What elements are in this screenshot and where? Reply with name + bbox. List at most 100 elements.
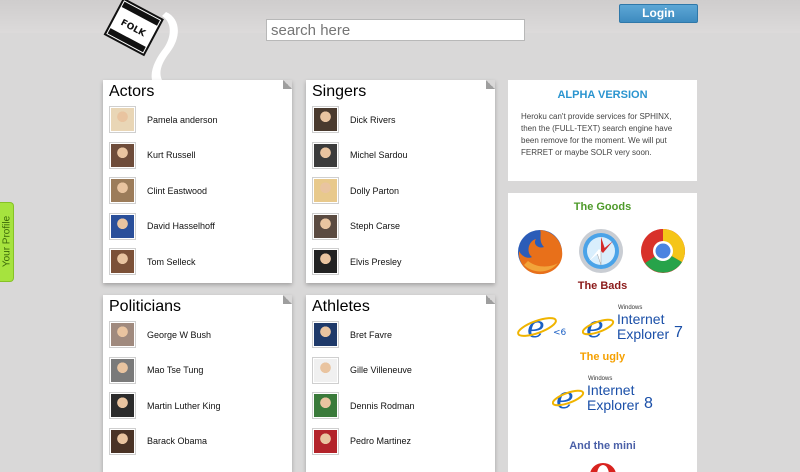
avatar[interactable] — [312, 392, 339, 420]
list-item[interactable]: Pedro Martinez — [312, 424, 495, 460]
page-fold-corner — [486, 80, 495, 89]
avatar[interactable] — [109, 248, 136, 276]
browsers-panel: The Goods The Bads e <6 e Windows Intern… — [508, 193, 697, 472]
ie6-version-label: <6 — [553, 328, 567, 338]
list-item[interactable]: Elvis Presley — [312, 244, 495, 280]
avatar[interactable] — [312, 212, 339, 240]
list-item[interactable]: Kurt Russell — [109, 138, 292, 174]
avatar[interactable] — [312, 141, 339, 169]
person-name[interactable]: David Hasselhoff — [147, 221, 215, 231]
panel-title: Singers — [312, 83, 367, 100]
person-name[interactable]: Pedro Martinez — [350, 436, 411, 446]
avatar[interactable] — [109, 106, 136, 134]
person-name[interactable]: Steph Carse — [350, 221, 400, 231]
list-item[interactable]: George W Bush — [109, 317, 292, 353]
svg-text:e: e — [527, 310, 545, 345]
list-item[interactable]: Steph Carse — [312, 209, 495, 245]
ugly-heading: The ugly — [579, 351, 626, 363]
your-profile-label: Your Profile — [1, 215, 13, 268]
person-name[interactable]: Tom Selleck — [147, 257, 196, 267]
singers-panel: Singers Dick Rivers Michel Sardou Dolly … — [306, 80, 495, 283]
avatar[interactable] — [312, 248, 339, 276]
login-button[interactable]: Login — [619, 4, 698, 23]
person-name[interactable]: Dolly Parton — [350, 186, 399, 196]
person-name[interactable]: Martin Luther King — [147, 401, 221, 411]
athletes-panel: Athletes Bret Favre Gille Villeneuve Den… — [306, 295, 495, 472]
list-item[interactable]: Dolly Parton — [312, 173, 495, 209]
avatar[interactable] — [109, 212, 136, 240]
page-fold-corner — [486, 295, 495, 304]
avatar[interactable] — [312, 177, 339, 205]
page-fold-corner — [283, 295, 292, 304]
list-item[interactable]: Mao Tse Tung — [109, 353, 292, 389]
opera-mini-icon[interactable] — [588, 463, 618, 472]
avatar[interactable] — [312, 106, 339, 134]
list-item[interactable]: Gille Villeneuve — [312, 353, 495, 389]
ie7-logo[interactable]: e Windows Internet Explorer 7 — [582, 305, 692, 345]
avatar[interactable] — [312, 427, 339, 455]
person-name[interactable]: Bret Favre — [350, 330, 392, 340]
list-item[interactable]: Dick Rivers — [312, 102, 495, 138]
ie8-explorer-label: Explorer — [587, 397, 640, 413]
panel-title: Politicians — [109, 298, 182, 315]
person-name[interactable]: Kurt Russell — [147, 150, 196, 160]
person-name[interactable]: Clint Eastwood — [147, 186, 207, 196]
ie8-logo[interactable]: e Windows Internet Explorer 8 — [552, 376, 662, 416]
alpha-notice-panel: ALPHA VERSION Heroku can't provide servi… — [508, 80, 697, 181]
list-item[interactable]: Dennis Rodman — [312, 388, 495, 424]
person-name[interactable]: Michel Sardou — [350, 150, 408, 160]
bads-heading: The Bads — [577, 280, 628, 292]
panel-title: Athletes — [312, 298, 370, 315]
people-list: Bret Favre Gille Villeneuve Dennis Rodma… — [306, 317, 495, 459]
ie7-version: 7 — [674, 324, 683, 341]
list-item[interactable]: Tom Selleck — [109, 244, 292, 280]
ie6-icon[interactable]: e <6 — [515, 305, 567, 345]
list-item[interactable]: Michel Sardou — [312, 138, 495, 174]
list-item[interactable]: Clint Eastwood — [109, 173, 292, 209]
safari-icon[interactable] — [577, 227, 625, 275]
your-profile-tab[interactable]: Your Profile — [0, 202, 14, 282]
people-list: Dick Rivers Michel Sardou Dolly Parton S… — [306, 102, 495, 280]
ie7-internet-label: Internet — [617, 311, 665, 327]
list-item[interactable]: Bret Favre — [312, 317, 495, 353]
avatar[interactable] — [109, 141, 136, 169]
mini-heading: And the mini — [569, 440, 636, 452]
ie8-icon: e — [552, 381, 585, 414]
actors-panel: Actors Pamela anderson Kurt Russell Clin… — [103, 80, 292, 283]
person-name[interactable]: Barack Obama — [147, 436, 207, 446]
site-logo[interactable]: FOLK — [100, 0, 180, 80]
search-input[interactable] — [266, 19, 525, 41]
ie8-internet-label: Internet — [587, 382, 635, 398]
person-name[interactable]: Mao Tse Tung — [147, 365, 203, 375]
ie8-version: 8 — [644, 395, 653, 412]
politicians-panel: Politicians George W Bush Mao Tse Tung M… — [103, 295, 292, 472]
list-item[interactable]: Barack Obama — [109, 424, 292, 460]
avatar[interactable] — [109, 177, 136, 205]
firefox-icon[interactable] — [514, 227, 566, 277]
ie7-explorer-label: Explorer — [617, 326, 670, 342]
person-name[interactable]: George W Bush — [147, 330, 211, 340]
list-item[interactable]: Martin Luther King — [109, 388, 292, 424]
avatar[interactable] — [109, 427, 136, 455]
avatar[interactable] — [109, 321, 136, 349]
person-name[interactable]: Gille Villeneuve — [350, 365, 412, 375]
avatar[interactable] — [312, 321, 339, 349]
page-fold-corner — [283, 80, 292, 89]
avatar[interactable] — [312, 356, 339, 384]
people-list: George W Bush Mao Tse Tung Martin Luther… — [103, 317, 292, 459]
avatar[interactable] — [109, 356, 136, 384]
person-name[interactable]: Elvis Presley — [350, 257, 402, 267]
people-list: Pamela anderson Kurt Russell Clint Eastw… — [103, 102, 292, 280]
alpha-text: Heroku can't provide services for SPHINX… — [521, 112, 673, 157]
avatar[interactable] — [109, 392, 136, 420]
panel-title: Actors — [109, 83, 155, 100]
chrome-icon[interactable] — [639, 227, 687, 275]
list-item[interactable]: Pamela anderson — [109, 102, 292, 138]
person-name[interactable]: Dennis Rodman — [350, 401, 415, 411]
person-name[interactable]: Dick Rivers — [350, 115, 396, 125]
goods-heading: The Goods — [573, 201, 632, 213]
list-item[interactable]: David Hasselhoff — [109, 209, 292, 245]
ie7-icon: e — [582, 310, 615, 343]
person-name[interactable]: Pamela anderson — [147, 115, 218, 125]
alpha-title: ALPHA VERSION — [557, 89, 648, 101]
